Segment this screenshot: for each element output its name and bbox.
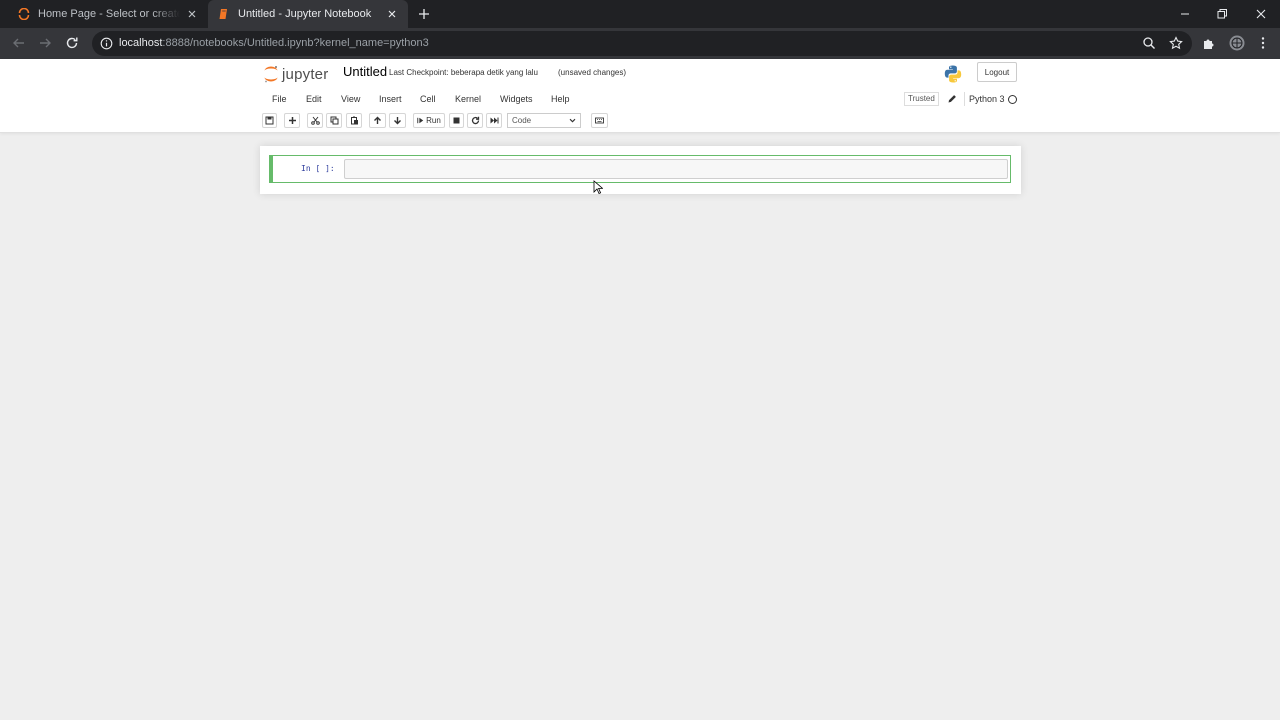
jupyter-favicon-icon — [18, 8, 30, 20]
paste-icon — [350, 116, 358, 125]
arrow-down-icon — [394, 117, 401, 125]
mouse-pointer-icon — [593, 180, 603, 194]
copy-cells-button[interactable] — [326, 113, 342, 128]
keyboard-icon — [595, 117, 604, 124]
fast-forward-icon — [490, 117, 498, 124]
menu-cell[interactable]: Cell — [420, 94, 436, 104]
url-path: :8888/notebooks/Untitled.ipynb?kernel_na… — [162, 37, 429, 49]
close-tab-icon[interactable] — [384, 6, 400, 22]
browser-tab-strip: Home Page - Select or create a notebook … — [0, 0, 1280, 28]
logout-button[interactable]: Logout — [977, 62, 1017, 82]
url-host: localhost — [119, 37, 163, 49]
menu-insert[interactable]: Insert — [379, 94, 402, 104]
menu-edit[interactable]: Edit — [306, 94, 322, 104]
copy-icon — [330, 116, 338, 125]
interrupt-kernel-button[interactable] — [449, 113, 464, 128]
menu-view[interactable]: View — [341, 94, 360, 104]
jupyter-logo[interactable]: jupyter — [263, 63, 328, 85]
bookmark-star-icon[interactable] — [1169, 36, 1183, 50]
menu-widgets[interactable]: Widgets — [500, 94, 533, 104]
tab-untitled-notebook[interactable]: Untitled - Jupyter Notebook — [208, 0, 408, 28]
notebook-name[interactable]: Untitled — [343, 64, 387, 79]
input-prompt: In [ ]: — [301, 164, 335, 173]
menu-file[interactable]: File — [272, 94, 287, 104]
forward-arrow-icon[interactable] — [37, 35, 53, 51]
extensions-puzzle-icon[interactable] — [1202, 36, 1216, 50]
more-menu-icon[interactable] — [1256, 36, 1270, 50]
close-window-icon[interactable] — [1252, 5, 1270, 23]
checkpoint-status: Last Checkpoint: beberapa detik yang lal… — [389, 68, 538, 77]
jupyter-header: jupyter Untitled Last Checkpoint: bebera… — [0, 59, 1280, 133]
browser-toolbar: localhost:8888/notebooks/Untitled.ipynb?… — [0, 28, 1280, 59]
restore-window-icon[interactable] — [1213, 5, 1231, 23]
menu-help[interactable]: Help — [551, 94, 570, 104]
step-forward-icon — [417, 117, 424, 124]
menu-kernel[interactable]: Kernel — [455, 94, 481, 104]
profile-avatar-icon[interactable] — [1229, 35, 1245, 51]
cell-input-editor[interactable] — [344, 159, 1008, 179]
jupyter-logo-text: jupyter — [282, 65, 329, 83]
close-tab-icon[interactable] — [184, 6, 200, 22]
arrow-up-icon — [374, 116, 381, 124]
tab-title: Untitled - Jupyter Notebook — [238, 8, 372, 20]
cell-type-select[interactable]: Code — [507, 113, 581, 128]
tab-title: Home Page - Select or create a notebook — [38, 8, 180, 20]
restart-kernel-button[interactable] — [467, 113, 483, 128]
pencil-icon[interactable] — [947, 94, 957, 104]
command-palette-button[interactable] — [591, 113, 608, 128]
cell-type-value: Code — [512, 116, 532, 125]
python-logo-icon — [944, 65, 962, 83]
url-text: localhost:8888/notebooks/Untitled.ipynb?… — [119, 37, 429, 49]
cut-cells-button[interactable] — [307, 113, 323, 128]
autosave-status: (unsaved changes) — [558, 68, 627, 77]
paste-cells-button[interactable] — [346, 113, 362, 128]
notebook-container: In [ ]: — [260, 146, 1021, 194]
save-icon — [265, 116, 274, 125]
chevron-down-icon — [569, 118, 576, 123]
restart-icon — [471, 116, 479, 125]
new-tab-icon[interactable] — [416, 6, 432, 22]
restart-run-all-button[interactable] — [486, 113, 502, 128]
reload-icon[interactable] — [64, 35, 80, 51]
back-arrow-icon[interactable] — [11, 35, 27, 51]
save-button[interactable] — [262, 113, 277, 128]
jupyter-logo-icon — [264, 66, 278, 83]
address-bar[interactable]: localhost:8888/notebooks/Untitled.ipynb?… — [92, 31, 1192, 56]
notebook-favicon-icon — [219, 9, 227, 19]
trusted-indicator[interactable]: Trusted — [904, 92, 939, 106]
stop-icon — [453, 117, 460, 124]
kernel-name: Python 3 — [964, 92, 1005, 106]
scissors-icon — [310, 116, 320, 125]
kernel-idle-indicator — [1008, 95, 1017, 104]
move-cell-down-button[interactable] — [389, 113, 406, 128]
minimize-window-icon[interactable] — [1176, 5, 1194, 23]
run-button[interactable]: Run — [413, 113, 445, 128]
code-cell[interactable]: In [ ]: — [269, 155, 1011, 183]
zoom-icon[interactable] — [1142, 36, 1156, 50]
plus-icon — [288, 117, 296, 124]
insert-cell-below-button[interactable] — [284, 113, 300, 128]
site-info-icon[interactable] — [100, 37, 113, 50]
move-cell-up-button[interactable] — [369, 113, 386, 128]
run-label: Run — [426, 116, 441, 125]
tab-home-page[interactable]: Home Page - Select or create a notebook — [8, 0, 208, 28]
